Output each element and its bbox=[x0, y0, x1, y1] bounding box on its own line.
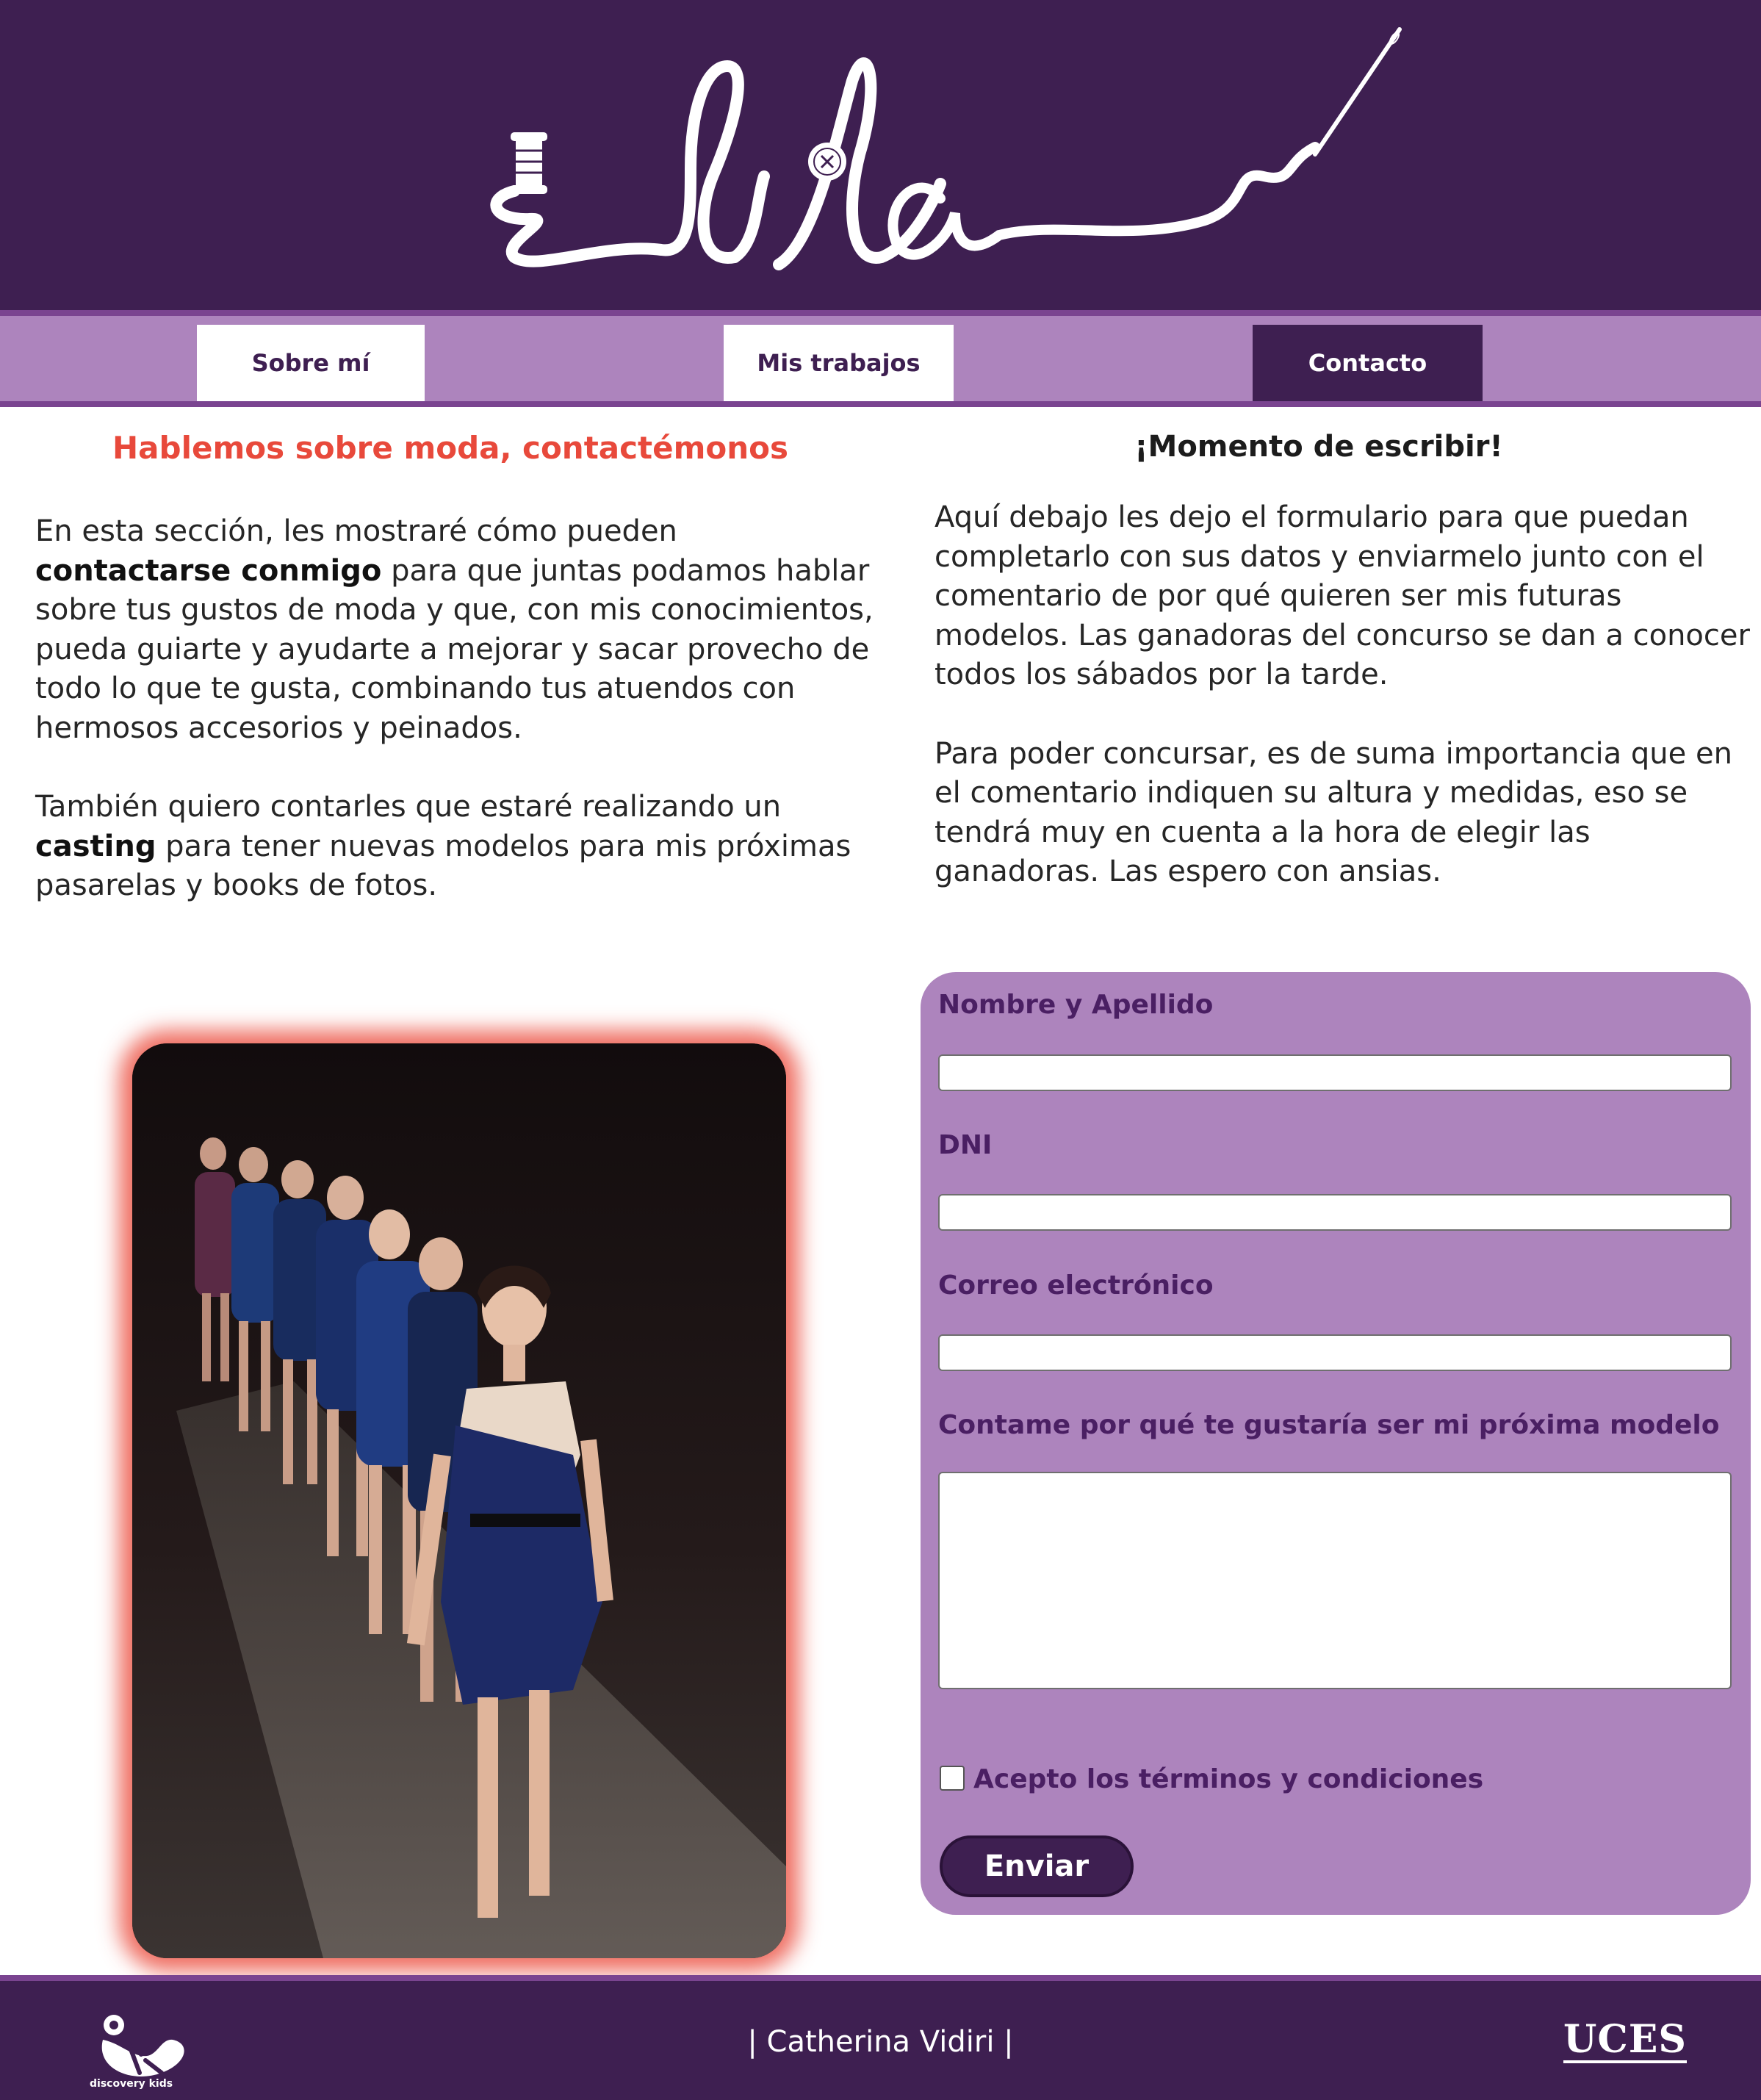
right-description: Aquí debajo les dejo el formulario para … bbox=[934, 498, 1761, 892]
nav-contacto[interactable]: Contacto bbox=[1253, 325, 1483, 401]
name-input[interactable] bbox=[938, 1054, 1732, 1091]
comment-label: Contame por qué te gustaría ser mi próxi… bbox=[938, 1410, 1720, 1440]
contact-form: Nombre y Apellido DNI Correo electrónico… bbox=[921, 972, 1751, 1915]
email-label: Correo electrónico bbox=[938, 1270, 1214, 1301]
button-icon bbox=[808, 143, 846, 181]
left-description: En esta sección, les mostraré cómo puede… bbox=[35, 512, 880, 906]
terms-checkbox[interactable] bbox=[940, 1766, 965, 1791]
right-title: ¡Momento de escribir! bbox=[1134, 430, 1503, 464]
right-paragraph-2: Para poder concursar, es de suma importa… bbox=[934, 736, 1732, 889]
email-input[interactable] bbox=[938, 1334, 1732, 1371]
main-nav: Sobre mí Mis trabajos Contacto bbox=[0, 310, 1761, 407]
submit-button[interactable]: Enviar bbox=[940, 1835, 1134, 1897]
nav-mis-trabajos[interactable]: Mis trabajos bbox=[724, 325, 954, 401]
footer-author: | Catherina Vidiri | bbox=[747, 2025, 1014, 2059]
runway-illustration bbox=[132, 1043, 786, 1958]
nav-sobre-mi[interactable]: Sobre mí bbox=[197, 325, 425, 401]
dni-label: DNI bbox=[938, 1130, 993, 1160]
name-label: Nombre y Apellido bbox=[938, 990, 1214, 1020]
site-footer: discovery kids | Catherina Vidiri | UCES bbox=[0, 1975, 1761, 2100]
left-paragraph-1: En esta sección, les mostraré cómo puede… bbox=[35, 514, 874, 745]
terms-label[interactable]: Acepto los términos y condiciones bbox=[973, 1764, 1483, 1794]
spool-icon bbox=[511, 132, 547, 194]
dni-input[interactable] bbox=[938, 1194, 1732, 1231]
site-header bbox=[0, 0, 1761, 310]
uces-logo: UCES bbox=[1563, 2017, 1687, 2063]
comment-textarea[interactable] bbox=[938, 1472, 1732, 1689]
left-title: Hablemos sobre moda, contactémonos bbox=[112, 430, 788, 466]
right-paragraph-1: Aquí debajo les dejo el formulario para … bbox=[934, 500, 1750, 691]
left-paragraph-2: También quiero contarles que estaré real… bbox=[35, 790, 851, 902]
discovery-kids-caption: discovery kids bbox=[90, 2078, 173, 2090]
needle-icon bbox=[1313, 27, 1402, 157]
runway-photo bbox=[132, 1043, 786, 1958]
lila-logo bbox=[490, 27, 1402, 270]
